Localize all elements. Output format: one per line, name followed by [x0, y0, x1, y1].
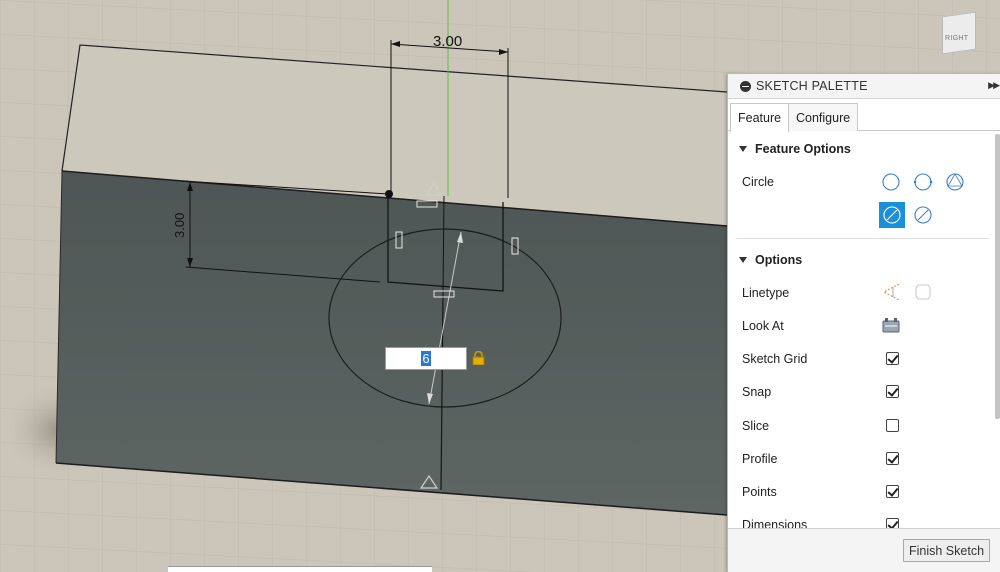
linetype-icon[interactable] [881, 282, 903, 302]
two-point-circle-icon[interactable] [912, 171, 934, 193]
dimension-input[interactable]: 6 [385, 347, 467, 370]
fix-unfix-icon[interactable] [912, 282, 934, 302]
profile-checkbox[interactable] [886, 452, 899, 465]
finish-sketch-button[interactable]: Finish Sketch [903, 539, 990, 562]
snap-label: Snap [742, 385, 772, 399]
three-point-circle-icon[interactable] [944, 171, 966, 193]
viewcube-label: RIGHT [945, 35, 969, 42]
slice-label: Slice [742, 419, 770, 433]
linetype-label: Linetype [742, 286, 790, 300]
snap-checkbox[interactable] [886, 385, 899, 398]
construction-circle-icon[interactable] [879, 202, 905, 228]
palette-header: SKETCH PALETTE ▶▶ [728, 74, 1000, 99]
sketch-palette: SKETCH PALETTE ▶▶ Feature Configure Feat… [727, 73, 1000, 572]
circle-label: Circle [742, 175, 774, 189]
view-cube[interactable]: RIGHT [936, 2, 986, 58]
bottom-toolbar-edge [168, 566, 432, 572]
sketch-grid-checkbox[interactable] [886, 352, 899, 365]
palette-scrollbar[interactable] [995, 134, 1000, 419]
sketch-point[interactable] [385, 190, 393, 198]
palette-title: SKETCH PALETTE [756, 79, 868, 93]
feature-options-label: Feature Options [755, 142, 851, 156]
expand-panel-icon[interactable]: ▶▶ [988, 80, 1000, 91]
lock-icon[interactable] [472, 351, 485, 365]
collapse-icon[interactable] [740, 80, 751, 92]
expand-triangle-icon [739, 146, 747, 152]
palette-tabs: Feature Configure [728, 101, 1000, 132]
expand-triangle-icon [739, 257, 747, 263]
tab-feature[interactable]: Feature [730, 103, 790, 132]
center-diameter-circle-icon[interactable] [880, 171, 902, 193]
feature-options-heading[interactable]: Feature Options [728, 138, 998, 160]
section-divider [736, 238, 989, 239]
look-at-icon[interactable] [882, 317, 900, 333]
options-heading[interactable]: Options [728, 249, 998, 271]
look-at-label: Look At [742, 319, 784, 333]
diameter-dimension-icon[interactable] [912, 204, 934, 226]
sketch-grid-label: Sketch Grid [742, 352, 808, 366]
tab-configure[interactable]: Configure [788, 103, 859, 131]
points-checkbox[interactable] [886, 485, 899, 498]
options-label: Options [755, 253, 803, 267]
dimension-input-value[interactable]: 6 [421, 351, 431, 366]
points-label: Points [742, 485, 777, 499]
slice-checkbox[interactable] [886, 419, 899, 432]
dimension-top-label: 3.00 [433, 33, 462, 50]
profile-label: Profile [742, 452, 778, 466]
palette-footer: Finish Sketch [728, 528, 1000, 572]
box-front-face[interactable] [56, 171, 727, 515]
dimension-left-label: 3.00 [172, 213, 187, 238]
